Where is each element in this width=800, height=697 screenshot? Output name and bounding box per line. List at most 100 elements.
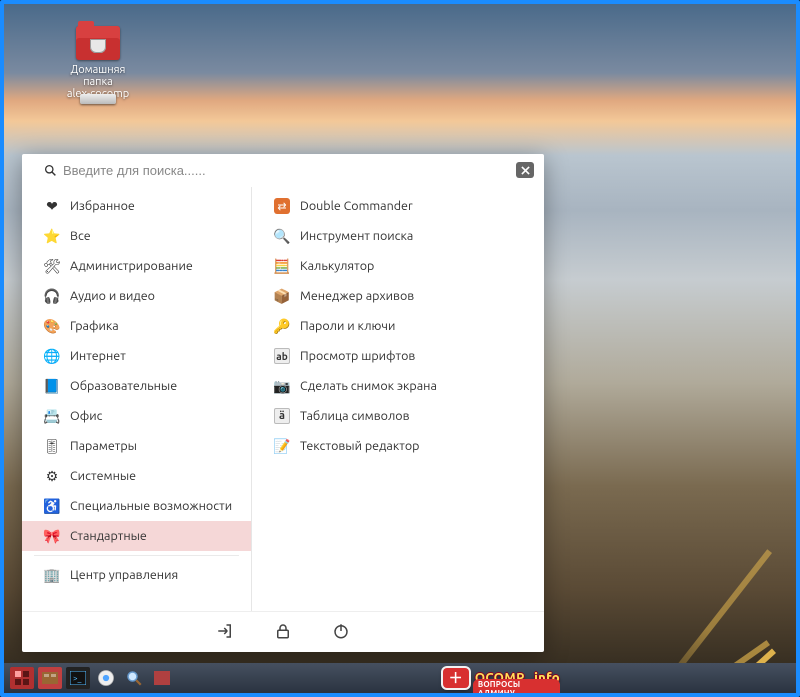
category-label: Образовательные <box>70 379 177 393</box>
app-item[interactable]: ab Просмотр шрифтов <box>252 341 544 371</box>
calc-icon: 🧮 <box>274 258 290 274</box>
clear-search-button[interactable] <box>516 162 534 178</box>
app-label: Просмотр шрифтов <box>300 349 415 363</box>
app-label: Текстовый редактор <box>300 439 419 453</box>
close-icon <box>521 166 530 175</box>
plus-icon: ＋ <box>443 668 469 688</box>
editor-icon: 📝 <box>274 438 290 454</box>
category-label: Центр управления <box>70 568 178 582</box>
category-label: Системные <box>70 469 136 483</box>
taskbar-terminal[interactable]: >_ <box>66 667 90 689</box>
app-label: Таблица символов <box>300 409 410 423</box>
control-icon: 🏢 <box>44 567 60 583</box>
desktop-icon-label: Домашняя папка <box>58 64 138 88</box>
magnifier-icon <box>125 669 143 687</box>
brand-watermark: ＋ OCOMP.info ВОПРОСЫ АДМИНУ <box>443 668 560 688</box>
taskbar-files[interactable] <box>150 667 174 689</box>
category-label: Параметры <box>70 439 137 453</box>
app-label: Менеджер архивов <box>300 289 414 303</box>
category-item[interactable]: 🎚 Параметры <box>22 431 251 461</box>
files-icon <box>154 671 170 685</box>
brand-subtitle: ВОПРОСЫ АДМИНУ <box>473 679 560 697</box>
app-item[interactable]: ä Таблица символов <box>252 401 544 431</box>
app-label: Double Commander <box>300 199 413 213</box>
launcher-icon <box>15 671 29 685</box>
menu-apps: ⇄ Double Commander 🔍 Инструмент поиска 🧮 Каль… <box>252 187 544 611</box>
globe-icon: 🌐 <box>44 348 60 364</box>
gear-icon: ⚙ <box>44 468 60 484</box>
category-item[interactable]: ♿ Специальные возможности <box>22 491 251 521</box>
power-button[interactable] <box>332 622 350 640</box>
search-icon: 🔍 <box>274 228 290 244</box>
category-label: Стандартные <box>70 529 147 543</box>
heart-icon: ❤ <box>44 198 60 214</box>
drive-icon[interactable] <box>80 94 116 104</box>
category-item[interactable]: 📘 Образовательные <box>22 371 251 401</box>
category-item[interactable]: 🎧 Аудио и видео <box>22 281 251 311</box>
fonts-icon: ab <box>274 348 290 364</box>
archive-icon: 📦 <box>274 288 290 304</box>
category-label: Избранное <box>70 199 135 213</box>
app-label: Сделать снимок экрана <box>300 379 437 393</box>
taskbar-search[interactable] <box>122 667 146 689</box>
separator <box>34 555 239 556</box>
taskbar-launcher[interactable] <box>10 667 34 689</box>
folder-icon <box>76 26 120 60</box>
app-label: Пароли и ключи <box>300 319 395 333</box>
workspaces-icon <box>42 672 58 684</box>
taskbar-workspaces[interactable] <box>38 667 62 689</box>
keys-icon: 🔑 <box>274 318 290 334</box>
category-item[interactable]: ⚙ Системные <box>22 461 251 491</box>
tools-icon: 🛠 <box>44 258 60 274</box>
menu-search-row <box>22 154 544 187</box>
category-item[interactable]: 🎀 Стандартные <box>22 521 251 551</box>
edu-icon: 📘 <box>44 378 60 394</box>
app-item[interactable]: ⇄ Double Commander <box>252 191 544 221</box>
category-item[interactable]: ❤ Избранное <box>22 191 251 221</box>
app-item[interactable]: 📦 Менеджер архивов <box>252 281 544 311</box>
av-icon: 🎧 <box>44 288 60 304</box>
menu-categories: ❤ Избранное ⭐ Все 🛠 Администрирование 🎧 Аудио и… <box>22 187 252 611</box>
category-label: Администрирование <box>70 259 193 273</box>
category-label: Все <box>70 229 91 243</box>
category-item[interactable]: 🌐 Интернет <box>22 341 251 371</box>
chrome-icon <box>97 669 115 687</box>
category-item[interactable]: 🛠 Администрирование <box>22 251 251 281</box>
charmap-icon: ä <box>274 408 290 424</box>
menu-search-input[interactable] <box>63 163 510 178</box>
app-item[interactable]: 🧮 Калькулятор <box>252 251 544 281</box>
logout-button[interactable] <box>216 622 234 640</box>
menu-footer <box>22 611 544 652</box>
category-label: Аудио и видео <box>70 289 155 303</box>
category-label: Интернет <box>70 349 126 363</box>
category-item[interactable]: 🏢 Центр управления <box>22 560 251 590</box>
category-label: Офис <box>70 409 102 423</box>
standard-icon: 🎀 <box>44 528 60 544</box>
app-item[interactable]: 🔑 Пароли и ключи <box>252 311 544 341</box>
desktop-home-folder[interactable]: Домашняя папка alex-cocomp <box>58 26 138 100</box>
terminal-icon: >_ <box>70 671 86 685</box>
category-item[interactable]: ⭐ Все <box>22 221 251 251</box>
shot-icon: 📷 <box>274 378 290 394</box>
dc-icon: ⇄ <box>274 198 290 214</box>
taskbar: >_ ＋ OCOMP.info ВОПРОСЫ АДМИНУ <box>4 663 796 693</box>
application-menu: ❤ Избранное ⭐ Все 🛠 Администрирование 🎧 Аудио и… <box>22 154 544 652</box>
svg-text:>_: >_ <box>73 674 82 683</box>
category-label: Графика <box>70 319 119 333</box>
app-item[interactable]: 🔍 Инструмент поиска <box>252 221 544 251</box>
category-item[interactable]: 📇 Офис <box>22 401 251 431</box>
taskbar-browser[interactable] <box>94 667 118 689</box>
palette-icon: 🎨 <box>44 318 60 334</box>
category-label: Специальные возможности <box>70 499 232 513</box>
lock-button[interactable] <box>274 622 292 640</box>
office-icon: 📇 <box>44 408 60 424</box>
search-icon <box>44 164 57 177</box>
app-item[interactable]: 📝 Текстовый редактор <box>252 431 544 461</box>
sliders-icon: 🎚 <box>44 438 60 454</box>
star-icon: ⭐ <box>44 228 60 244</box>
category-item[interactable]: 🎨 Графика <box>22 311 251 341</box>
app-item[interactable]: 📷 Сделать снимок экрана <box>252 371 544 401</box>
access-icon: ♿ <box>44 498 60 514</box>
app-label: Калькулятор <box>300 259 374 273</box>
app-label: Инструмент поиска <box>300 229 413 243</box>
